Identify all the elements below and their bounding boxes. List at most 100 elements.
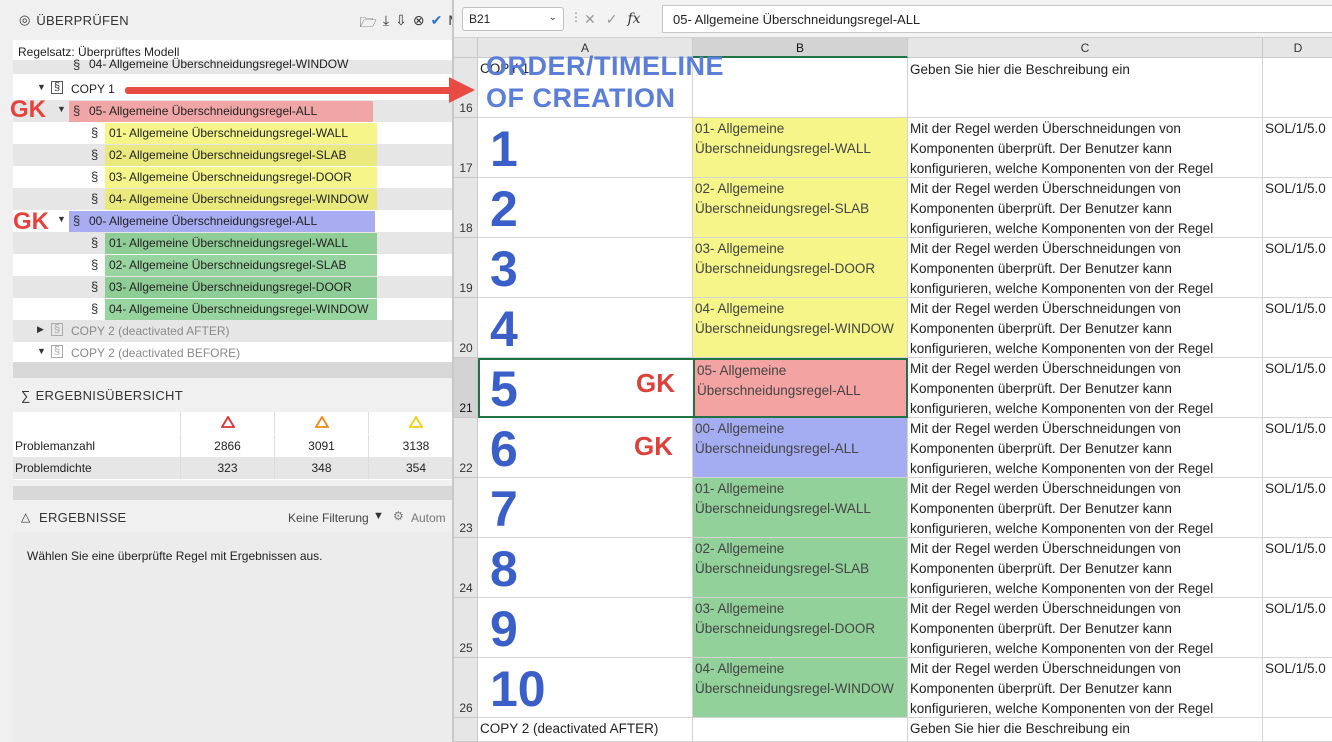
row-header[interactable]: 21 [454,358,478,418]
cancel-icon[interactable]: ✕ [584,11,596,28]
gear-icon[interactable]: ⚙ [393,509,404,523]
cell-b[interactable]: 03- Allgemeine Überschneidungsregel-DOOR [693,238,908,298]
tree-row[interactable]: § 03- Allgemeine Überschneidungsregel-DO… [13,276,452,298]
cell-d[interactable]: SOL/1/5.0 [1263,538,1332,598]
order-number-annotation: 5 [490,361,518,417]
name-box[interactable]: B21 ⌄ [462,7,564,31]
order-number-annotation: 2 [490,181,518,237]
confirm-icon[interactable]: ✓ [606,11,618,28]
cell-c[interactable]: Mit der Regel werden Überschneidungen vo… [908,118,1263,178]
cell-b[interactable]: 05- Allgemeine Überschneidungsregel-ALL [693,358,908,418]
row-header[interactable] [454,718,478,742]
chevron-down-icon[interactable]: ▼ [373,510,384,522]
row-header[interactable]: 18 [454,178,478,238]
cell-d[interactable]: SOL/1/5.0 [1263,478,1332,538]
row-header[interactable]: 24 [454,538,478,598]
row-header[interactable]: 23 [454,478,478,538]
cell-d[interactable]: SOL/1/5.0 [1263,418,1332,478]
run-check-icon[interactable]: ✔ [431,12,443,36]
cell-c[interactable]: Mit der Regel werden Überschneidungen vo… [908,178,1263,238]
cell-d[interactable]: SOL/1/5.0 [1263,118,1332,178]
summary-value: 348 [275,457,369,479]
expand-arrow-icon[interactable]: ▼ [57,104,66,114]
cell-b[interactable]: 01- Allgemeine Überschneidungsregel-WALL [693,118,908,178]
tree-row[interactable]: § 02- Allgemeine Überschneidungsregel-SL… [13,144,452,166]
cell-d[interactable]: SOL/1/5.0 [1263,358,1332,418]
expand-arrow-icon[interactable]: ▼ [37,82,46,92]
download-icon[interactable]: ⤓ [383,12,389,36]
expand-arrow-icon[interactable]: ▼ [57,214,66,224]
auto-label[interactable]: Autom [411,511,446,525]
cell-c16[interactable]: Geben Sie hier die Beschreibung ein [908,58,1263,118]
cell-c27[interactable]: Geben Sie hier die Beschreibung ein [908,718,1263,742]
cell-b[interactable]: 04- Allgemeine Überschneidungsregel-WIND… [693,658,908,718]
cell-d27[interactable] [1263,718,1332,742]
row-header[interactable]: 19 [454,238,478,298]
cell-b16[interactable] [693,58,908,118]
select-all-corner[interactable] [454,38,478,58]
column-header-b[interactable]: B [693,38,908,58]
collapse-arrow-icon[interactable]: ▶ [37,324,44,335]
tree-row-group-red[interactable]: ▼ § 05- Allgemeine Überschneidungsregel-… [13,100,452,122]
order-number-annotation: 3 [490,241,518,297]
cell-c[interactable]: Mit der Regel werden Überschneidungen vo… [908,418,1263,478]
cell-b27[interactable] [693,718,908,742]
annotation-arrow-shaft [125,87,455,94]
tree-row[interactable]: § 02- Allgemeine Überschneidungsregel-SL… [13,254,452,276]
row-header[interactable]: 22 [454,418,478,478]
close-circle-icon[interactable]: ⊗ [413,12,425,36]
function-icon[interactable]: fx [627,11,640,27]
tree-row[interactable]: § 04- Allgemeine Überschneidungsregel-WI… [13,298,452,320]
formula-input[interactable]: 05- Allgemeine Überschneidungsregel-ALL [662,5,1332,33]
tree-row[interactable]: § 01- Allgemeine Überschneidungsregel-WA… [13,232,452,254]
tree-item-label: COPY 2 (deactivated AFTER) [71,324,230,338]
cell-b[interactable]: 04- Allgemeine Überschneidungsregel-WIND… [693,298,908,358]
cell-a27[interactable]: COPY 2 (deactivated AFTER) [478,718,693,742]
order-number-annotation: 8 [490,541,518,597]
tree-row[interactable]: § 03- Allgemeine Überschneidungsregel-DO… [13,166,452,188]
tree-item-label: 05- Allgemeine Überschneidungsregel-ALL [89,104,318,118]
tree-row-copy2-after[interactable]: ▶ § COPY 2 (deactivated AFTER) [13,320,452,342]
row-header[interactable]: 26 [454,658,478,718]
expand-arrow-icon[interactable]: ▼ [37,346,46,356]
cell-b[interactable]: 00- Allgemeine Überschneidungsregel-ALL [693,418,908,478]
results-body: Wählen Sie eine überprüfte Regel mit Erg… [13,532,452,742]
cell-c[interactable]: Mit der Regel werden Überschneidungen vo… [908,358,1263,418]
column-header-d[interactable]: D [1263,38,1332,58]
cell-c[interactable]: Mit der Regel werden Überschneidungen vo… [908,298,1263,358]
cell-d[interactable]: SOL/1/5.0 [1263,658,1332,718]
tree-row-group-blue[interactable]: ▼ § 00- Allgemeine Überschneidungsregel-… [13,210,452,232]
export-icon[interactable]: ⇩ [395,12,407,36]
name-box-value: B21 [469,12,491,26]
tree-row-copy2-before[interactable]: ▼ § COPY 2 (deactivated BEFORE) [13,342,452,364]
row-header[interactable]: 25 [454,598,478,658]
cell-d[interactable]: SOL/1/5.0 [1263,598,1332,658]
cell-c[interactable]: Mit der Regel werden Überschneidungen vo… [908,238,1263,298]
cell-b[interactable]: 02- Allgemeine Überschneidungsregel-SLAB [693,178,908,238]
cell-c[interactable]: Mit der Regel werden Überschneidungen vo… [908,658,1263,718]
cell-d[interactable]: SOL/1/5.0 [1263,178,1332,238]
cell-c[interactable]: Mit der Regel werden Überschneidungen vo… [908,598,1263,658]
paragraph-icon: § [91,279,99,294]
cell-c[interactable]: Mit der Regel werden Überschneidungen vo… [908,538,1263,598]
open-folder-icon[interactable]: 🗁 [360,12,377,36]
tree-row[interactable]: § 01- Allgemeine Überschneidungsregel-WA… [13,122,452,144]
cell-b[interactable]: 02- Allgemeine Überschneidungsregel-SLAB [693,538,908,598]
tree-row-partial[interactable]: § 04- Allgemeine Überschneidungsregel-WI… [13,57,452,74]
chevron-down-icon[interactable]: ⌄ [549,12,557,23]
tree-row[interactable]: § 04- Allgemeine Überschneidungsregel-WI… [13,188,452,210]
cell-d16[interactable] [1263,58,1332,118]
cell-d[interactable]: SOL/1/5.0 [1263,298,1332,358]
cell-b[interactable]: 01- Allgemeine Überschneidungsregel-WALL [693,478,908,538]
row-header[interactable]: 17 [454,118,478,178]
column-header-c[interactable]: C [908,38,1263,58]
cell-c[interactable]: Mit der Regel werden Überschneidungen vo… [908,478,1263,538]
tree-item-label: 04- Allgemeine Überschneidungsregel-WIND… [109,302,369,316]
row-header[interactable]: 20 [454,298,478,358]
cell-d[interactable]: SOL/1/5.0 [1263,238,1332,298]
summary-value: 3138 [402,439,430,453]
paragraph-icon: § [91,125,99,140]
cell-b[interactable]: 03- Allgemeine Überschneidungsregel-DOOR [693,598,908,658]
filter-dropdown[interactable]: Keine Filterung [288,511,369,525]
app-root: ◎ ÜBERPRÜFEN 🗁 ⤓ ⇩ ⊗ ✔ M Regelsatz: Über… [0,0,1332,742]
